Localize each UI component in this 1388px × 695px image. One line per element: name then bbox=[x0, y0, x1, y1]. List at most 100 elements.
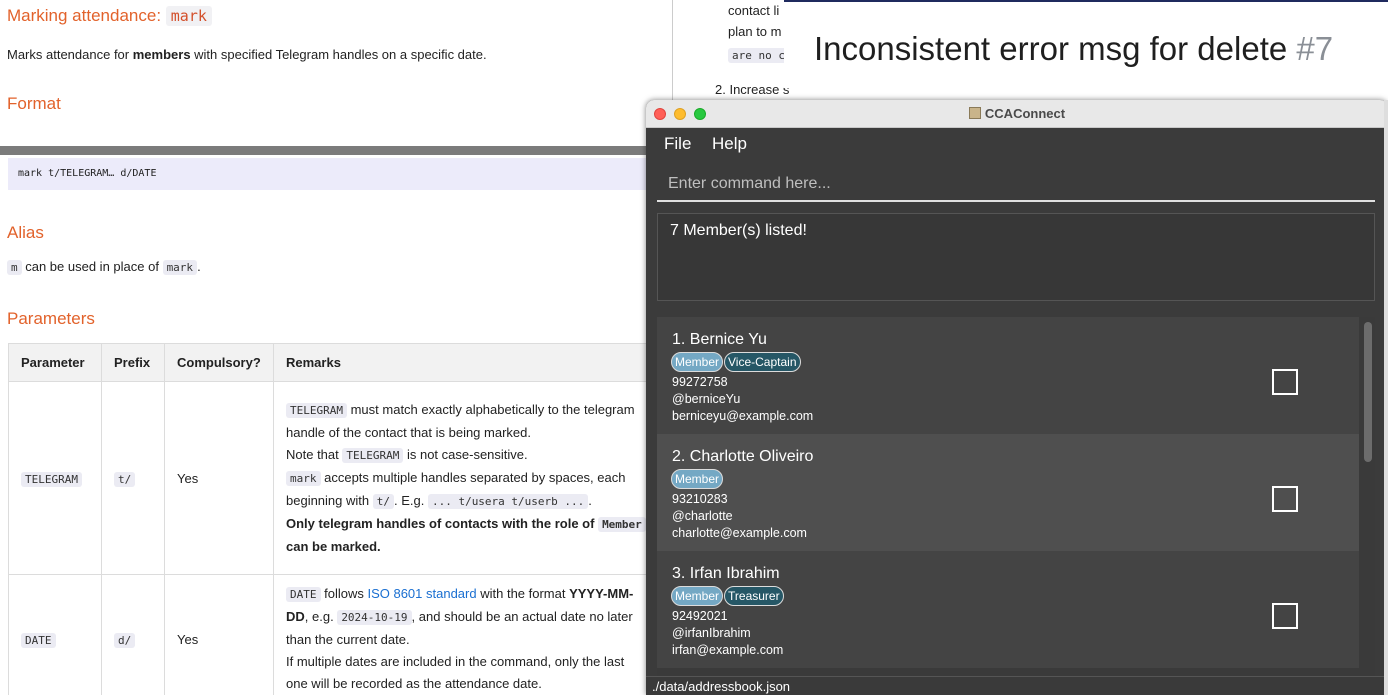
tag-role: Treasurer bbox=[724, 586, 784, 606]
list-scrollbar[interactable] bbox=[1364, 322, 1372, 462]
remark-text: . bbox=[588, 492, 592, 508]
tag-role: Vice-Captain bbox=[724, 352, 801, 372]
remark-text: . E.g. bbox=[393, 492, 428, 508]
param-code: TELEGRAM bbox=[21, 471, 82, 487]
intro-text: Marks attendance for bbox=[7, 47, 133, 62]
remark-code: Member bbox=[598, 516, 646, 532]
member-telegram: @berniceYu bbox=[672, 392, 741, 406]
intro-bold: members bbox=[132, 47, 191, 62]
table-header: Remarks bbox=[273, 343, 660, 382]
table-row: DATE d/ Yes DATE follows ISO 8601 standa… bbox=[8, 574, 660, 695]
member-card[interactable]: 2. Charlotte Oliveiro Member 93210283 @c… bbox=[657, 434, 1359, 551]
member-tags: Member Treasurer bbox=[671, 586, 785, 606]
member-telegram: @irfanIbrahim bbox=[672, 626, 751, 640]
table-cell-remarks: DATE follows ISO 8601 standard with the … bbox=[273, 574, 660, 695]
table-cell: DATE bbox=[8, 574, 102, 695]
member-tags: Member Vice-Captain bbox=[671, 352, 802, 372]
remark-text: follows bbox=[320, 586, 368, 601]
window-title: CCAConnect bbox=[646, 106, 1388, 121]
member-telegram: @charlotte bbox=[672, 509, 733, 523]
table-cell: d/ bbox=[101, 574, 165, 695]
window-title-text: CCAConnect bbox=[984, 106, 1066, 121]
bg-code: are no c bbox=[728, 46, 789, 64]
menu-bar bbox=[646, 128, 1388, 158]
tag-member: Member bbox=[671, 586, 724, 606]
member-phone: 92492021 bbox=[672, 609, 728, 623]
format-heading: Format bbox=[7, 94, 61, 113]
result-display: 7 Member(s) listed! bbox=[657, 213, 1375, 301]
member-name: 1. Bernice Yu bbox=[672, 331, 767, 348]
remark-code: 2024-10-19 bbox=[337, 610, 412, 625]
member-email: irfan@example.com bbox=[672, 643, 784, 657]
page-title-text: Marking attendance: bbox=[7, 6, 162, 25]
page-title-code: mark bbox=[165, 6, 212, 26]
app-icon bbox=[968, 107, 981, 119]
bg-text: 2. Increase s bbox=[715, 82, 790, 97]
window-divider bbox=[0, 146, 662, 155]
table-header: Compulsory? bbox=[164, 343, 274, 382]
parameters-table: Parameter Prefix Compulsory? Remarks TEL… bbox=[8, 343, 660, 695]
menu-help[interactable]: Help bbox=[712, 134, 747, 154]
member-card[interactable]: 1. Bernice Yu Member Vice-Captain 992727… bbox=[657, 317, 1359, 434]
remark-code: DATE bbox=[286, 587, 321, 602]
remark-text: with the format bbox=[476, 586, 570, 601]
iso-8601-link[interactable]: ISO 8601 standard bbox=[367, 586, 476, 601]
member-name: 3. Irfan Ibrahim bbox=[672, 565, 780, 582]
attendance-checkbox[interactable] bbox=[1272, 369, 1298, 395]
remark-bold: Only telegram handles of contacts with t… bbox=[286, 515, 599, 531]
table-cell: Yes bbox=[164, 574, 274, 695]
table-cell-remarks: TELEGRAM must match exactly alphabetical… bbox=[273, 381, 660, 575]
remark-code: ... t/usera t/userb ... bbox=[427, 493, 589, 509]
documentation-window: Marking attendance: mark Marks attendanc… bbox=[0, 0, 670, 695]
alias-mark-code: mark bbox=[162, 260, 198, 275]
table-row: TELEGRAM t/ Yes TELEGRAM must match exac… bbox=[8, 381, 660, 575]
attendance-checkbox[interactable] bbox=[1272, 486, 1298, 512]
format-code-block: mark t/TELEGRAM… d/DATE bbox=[8, 158, 660, 190]
member-card[interactable]: 3. Irfan Ibrahim Member Treasurer 924920… bbox=[657, 551, 1359, 668]
table-header: Parameter bbox=[8, 343, 102, 382]
member-name: 2. Charlotte Oliveiro bbox=[672, 448, 814, 465]
tag-member: Member bbox=[671, 469, 724, 489]
issue-number: #7 bbox=[1296, 30, 1334, 67]
remark-text: Note that bbox=[286, 446, 343, 462]
remark-text: is not case-sensitive. bbox=[403, 446, 528, 462]
table-cell: TELEGRAM bbox=[8, 381, 102, 575]
table-cell: Yes bbox=[164, 381, 274, 575]
prefix-code: t/ bbox=[114, 471, 136, 487]
remark-bold: can be marked. bbox=[286, 538, 381, 554]
alias-heading: Alias bbox=[7, 223, 44, 242]
bg-code-text: are no c bbox=[728, 48, 789, 63]
prefix-code: d/ bbox=[114, 633, 136, 648]
alias-end: . bbox=[197, 259, 201, 274]
issue-title: Inconsistent error msg for delete #7 bbox=[814, 30, 1333, 68]
page-title: Marking attendance: mark bbox=[7, 6, 212, 26]
remark-code: TELEGRAM bbox=[286, 402, 347, 418]
alias-code: m bbox=[7, 260, 22, 275]
bg-text: plan to m bbox=[728, 24, 782, 39]
member-phone: 93210283 bbox=[672, 492, 728, 506]
member-phone: 99272758 bbox=[672, 375, 728, 389]
menu-file[interactable]: File bbox=[664, 134, 691, 154]
attendance-checkbox[interactable] bbox=[1272, 603, 1298, 629]
intro-paragraph: Marks attendance for members with specif… bbox=[7, 47, 487, 62]
command-input[interactable]: Enter command here... bbox=[657, 168, 1375, 202]
remark-code: TELEGRAM bbox=[342, 447, 404, 463]
param-code: DATE bbox=[21, 633, 56, 648]
issue-title-text: Inconsistent error msg for delete bbox=[814, 30, 1288, 67]
remark-code: t/ bbox=[372, 493, 394, 509]
bg-text: contact li bbox=[728, 3, 780, 18]
member-tags: Member bbox=[671, 469, 724, 489]
member-email: charlotte@example.com bbox=[672, 526, 807, 540]
tag-member: Member bbox=[671, 352, 724, 372]
table-header: Prefix bbox=[101, 343, 165, 382]
table-cell: t/ bbox=[101, 381, 165, 575]
parameters-heading: Parameters bbox=[7, 309, 95, 328]
table-header-row: Parameter Prefix Compulsory? Remarks bbox=[8, 343, 660, 382]
ccaconnect-window: CCAConnect File Help Enter command here.… bbox=[646, 100, 1388, 695]
member-email: berniceyu@example.com bbox=[672, 409, 814, 423]
intro-text-end: with specified Telegram handles on a spe… bbox=[190, 47, 487, 62]
window-edge bbox=[1384, 100, 1388, 695]
remark-text: If multiple dates are included in the co… bbox=[286, 654, 625, 691]
remark-text: , e.g. bbox=[304, 609, 338, 624]
status-bar: ./data/addressbook.json bbox=[646, 676, 1388, 695]
